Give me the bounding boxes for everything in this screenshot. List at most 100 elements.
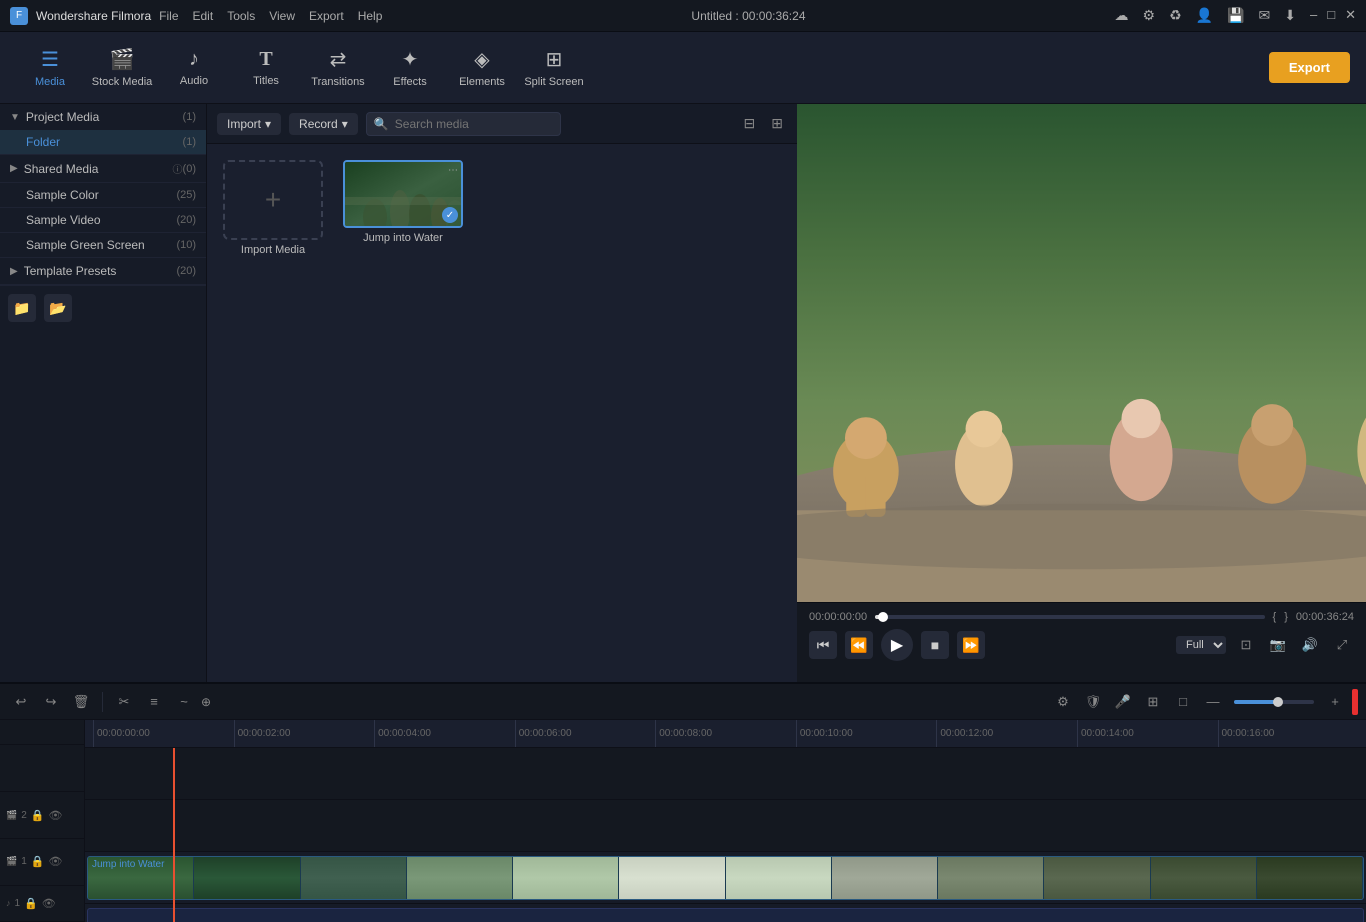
settings-icon[interactable]: ⚙ — [1143, 7, 1156, 24]
close-button[interactable]: ✕ — [1345, 7, 1356, 24]
audio-eye[interactable]: 👁 — [42, 897, 56, 910]
tl-clip-icon[interactable]: □ — [1170, 689, 1196, 715]
menu-file[interactable]: File — [159, 9, 178, 23]
ruler-3: 00:00:06:00 — [515, 720, 656, 747]
tl-plus-icon[interactable]: + — [1322, 689, 1348, 715]
sidebar-label-sample-color: Sample Color — [26, 188, 176, 202]
ruler-8: 00:00:16:00 — [1218, 720, 1359, 747]
sidebar-item-sample-green[interactable]: Sample Green Screen (10) — [0, 233, 206, 257]
import-media-button[interactable]: + — [223, 160, 323, 240]
toolbar-transitions[interactable]: ⇄ Transitions — [304, 37, 372, 99]
zoom-track[interactable] — [1234, 700, 1314, 704]
record-button[interactable]: Record ▾ — [289, 113, 358, 135]
playhead[interactable] — [173, 748, 175, 922]
audio-adjust-button[interactable]: ~ — [171, 689, 197, 715]
minimize-button[interactable]: – — [1310, 7, 1317, 24]
add-clip-button[interactable]: ⊕ — [201, 695, 221, 709]
new-folder-button[interactable]: 📁 — [8, 294, 36, 322]
expand-icon-template: ▶ — [10, 266, 18, 277]
tl-mic-icon[interactable]: 🎤 — [1110, 689, 1136, 715]
import-button[interactable]: Import ▾ — [217, 113, 281, 135]
menu-edit[interactable]: Edit — [193, 9, 214, 23]
sidebar-label-folder: Folder — [26, 135, 183, 149]
next-fast-button[interactable]: ⏩ — [957, 631, 985, 659]
menu-export[interactable]: Export — [309, 9, 344, 23]
media-duration-icon: ⋯ — [448, 165, 458, 176]
user-icon[interactable]: 👤 — [1196, 7, 1213, 24]
menu-tools[interactable]: Tools — [227, 9, 255, 23]
preview-progress-bar[interactable] — [875, 615, 1264, 619]
preview-layout-icon[interactable]: ⊡ — [1234, 633, 1258, 657]
media-item-label: Jump into Water — [363, 232, 443, 244]
track-1-eye[interactable]: 👁 — [48, 855, 62, 868]
stop-button[interactable]: ■ — [921, 631, 949, 659]
snapshot-icon[interactable]: 📷 — [1266, 633, 1290, 657]
tl-settings-icon[interactable]: ⚙ — [1050, 689, 1076, 715]
audio-clip[interactable] — [87, 908, 1364, 922]
fullscreen-icon[interactable]: ⤢ — [1330, 633, 1354, 657]
view-toggle-icon[interactable]: ⊞ — [767, 111, 787, 136]
toolbar-splitscreen[interactable]: ⊞ Split Screen — [520, 37, 588, 99]
preview-video — [797, 104, 1366, 602]
prev-fast-button[interactable]: ⏪ — [845, 631, 873, 659]
undo-button[interactable]: ↩ — [8, 689, 34, 715]
tl-layout-icon[interactable]: ⊞ — [1140, 689, 1166, 715]
preview-time-start: 00:00:00:00 — [809, 611, 867, 623]
tl-playhead-indicator — [1352, 689, 1358, 715]
clip-seg-5 — [513, 857, 619, 899]
sidebar-item-folder[interactable]: Folder (1) — [0, 130, 206, 154]
tl-minus-icon[interactable]: — — [1200, 689, 1226, 715]
download-icon[interactable]: ⬇ — [1284, 7, 1296, 24]
filter-icon[interactable]: ⊟ — [740, 111, 760, 136]
track-2-lock[interactable]: 🔒 — [31, 809, 45, 822]
clip-label: Jump into Water — [92, 859, 164, 870]
sync-icon[interactable]: ♻ — [1169, 7, 1182, 24]
message-icon[interactable]: ✉ — [1259, 7, 1271, 24]
maximize-button[interactable]: □ — [1327, 7, 1335, 24]
zoom-thumb[interactable] — [1273, 697, 1283, 707]
adjust-button[interactable]: ≡ — [141, 689, 167, 715]
video-clip-jump-into-water[interactable]: Jump into Water — [87, 856, 1364, 900]
tl-shield-icon[interactable]: 🛡 — [1080, 689, 1106, 715]
track-2-eye[interactable]: 👁 — [48, 809, 62, 822]
cut-button[interactable]: ✂ — [111, 689, 137, 715]
redo-button[interactable]: ↪ — [38, 689, 64, 715]
sidebar-label-sample-video: Sample Video — [26, 213, 176, 227]
track-1-lock[interactable]: 🔒 — [31, 855, 45, 868]
media-thumb: ⋯ ✓ — [343, 160, 463, 228]
ruler-0: 00:00:00:00 — [93, 720, 234, 747]
prev-frame-button[interactable]: ⏮ — [809, 631, 837, 659]
menu-help[interactable]: Help — [358, 9, 383, 23]
search-input[interactable] — [366, 112, 561, 136]
save-icon[interactable]: 💾 — [1227, 7, 1244, 24]
toolbar-titles[interactable]: T Titles — [232, 37, 300, 99]
toolbar-audio[interactable]: ♪ Audio — [160, 37, 228, 99]
volume-icon[interactable]: 🔊 — [1298, 633, 1322, 657]
track-1-row: Jump into Water — [85, 852, 1366, 904]
toolbar-elements[interactable]: ◈ Elements — [448, 37, 516, 99]
audio-lock[interactable]: 🔒 — [24, 897, 38, 910]
play-button[interactable]: ▶ — [881, 629, 913, 661]
toolbar-effects[interactable]: ✦ Effects — [376, 37, 444, 99]
sidebar-item-project-media[interactable]: ▼ Project Media (1) — [0, 104, 206, 130]
sidebar-item-sample-video[interactable]: Sample Video (20) — [0, 208, 206, 232]
sidebar-label-project-media: Project Media — [26, 110, 183, 124]
cloud-icon[interactable]: ☁ — [1115, 7, 1129, 24]
toolbar-stock[interactable]: 🎬 Stock Media — [88, 37, 156, 99]
media-item-jump-into-water[interactable]: ⋯ ✓ Jump into Water — [343, 160, 463, 244]
import-folder-button[interactable]: 📂 — [44, 294, 72, 322]
track-1-icon: 🎬 — [6, 856, 17, 867]
sidebar-item-template-presets[interactable]: ▶ Template Presets (20) — [0, 258, 206, 284]
delete-button[interactable]: 🗑 — [68, 689, 94, 715]
tracks-labels: 🎬 2 🔒 👁 🎬 1 🔒 👁 ♪ 1 🔒 👁 — [0, 720, 85, 922]
toolbar-media[interactable]: ☰ Media — [16, 37, 84, 99]
quality-select[interactable]: Full — [1176, 636, 1226, 654]
ruler-7: 00:00:14:00 — [1077, 720, 1218, 747]
clip-seg-8 — [832, 857, 938, 899]
sidebar-item-shared-media[interactable]: ▶ Shared Media ⓘ (0) — [0, 155, 206, 182]
sidebar-item-sample-color[interactable]: Sample Color (25) — [0, 183, 206, 207]
ruler-4: 00:00:08:00 — [655, 720, 796, 747]
export-button[interactable]: Export — [1269, 52, 1350, 83]
ruler-6: 00:00:12:00 — [936, 720, 1077, 747]
menu-view[interactable]: View — [269, 9, 295, 23]
